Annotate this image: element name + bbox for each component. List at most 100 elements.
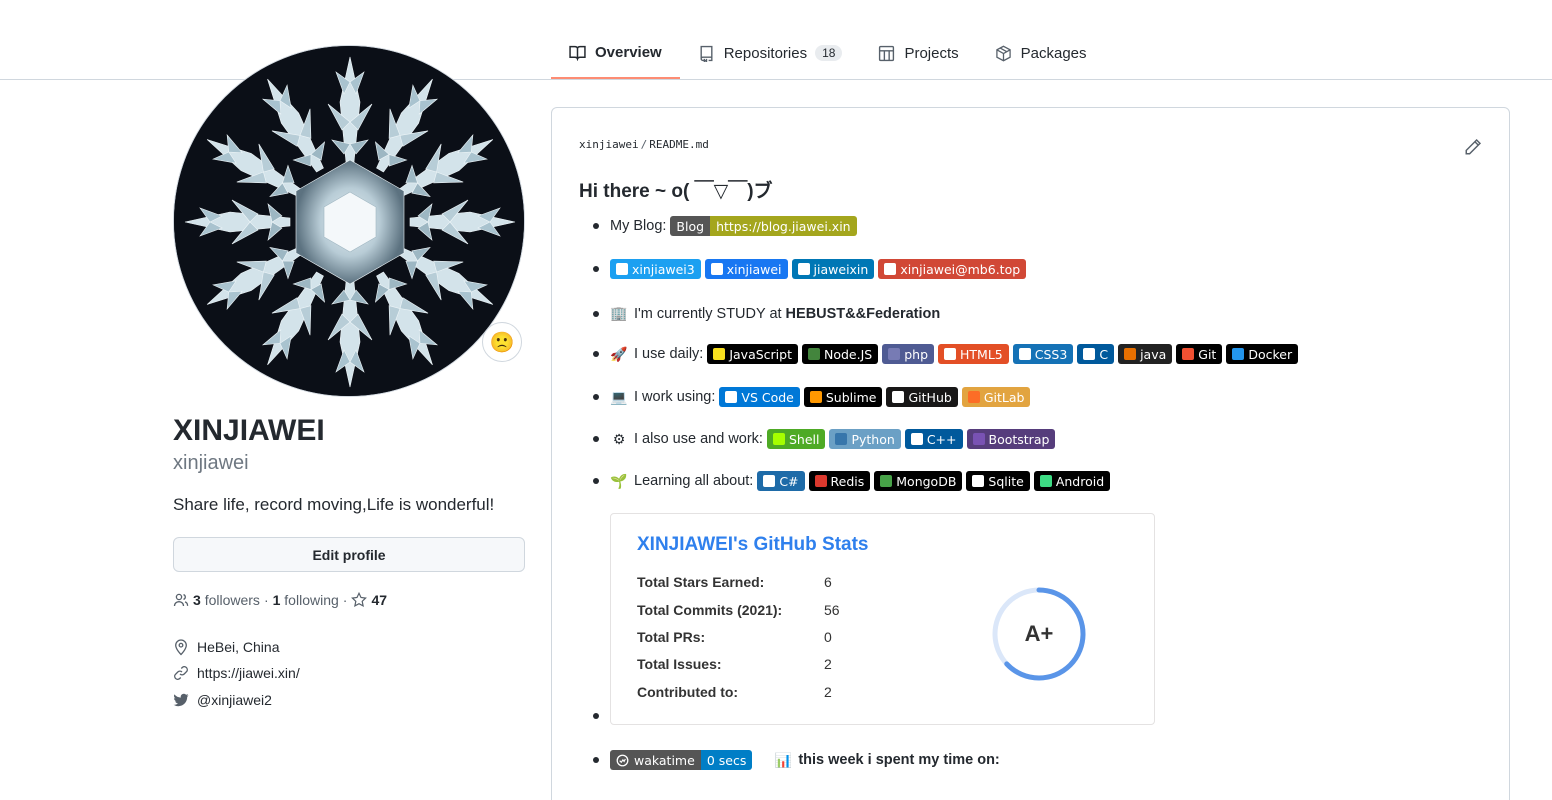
badge-php[interactable]: php [882, 344, 935, 364]
blog-badge[interactable]: Blog https://blog.jiawei.xin [670, 216, 857, 236]
twitter-icon [173, 693, 189, 707]
star-icon [351, 592, 368, 608]
php-icon [888, 348, 901, 360]
wakatime-badge-right: 0 secs [700, 750, 753, 770]
following-label: following [284, 592, 339, 608]
path-separator: / [640, 138, 648, 151]
repo-icon [700, 45, 713, 62]
badge-java[interactable]: java [1118, 344, 1173, 364]
readme-file-link[interactable]: README.md [649, 138, 709, 151]
badge-python[interactable]: Python [829, 429, 901, 449]
git-icon [1182, 348, 1195, 360]
tab-packages[interactable]: Packages [977, 28, 1105, 78]
badge-label: xinjiawei3 [632, 261, 695, 277]
badge-label: GitLab [983, 389, 1025, 405]
set-status-button[interactable]: 🙁 [482, 322, 522, 362]
avatar[interactable] [173, 45, 525, 397]
badge-android[interactable]: Android [1033, 471, 1111, 491]
badge-xinjiawei3[interactable]: xinjiawei3 [610, 259, 701, 279]
badge-docker[interactable]: Docker [1226, 344, 1299, 364]
stats-row-label: Total Commits (2021): [637, 602, 783, 618]
android-icon [1039, 475, 1052, 487]
badge-node-js[interactable]: Node.JS [802, 344, 879, 364]
stats-row-value: 56 [824, 602, 840, 618]
tab-repositories-label: Repositories [723, 44, 808, 62]
also-badges: Shell Python C++ Bootstrap [766, 429, 1056, 449]
badge-github[interactable]: GitHub [886, 387, 958, 407]
badge-label: xinjiawei@mb6.top [900, 261, 1021, 277]
badge-redis[interactable]: Redis [808, 471, 871, 491]
badge-sublime[interactable]: Sublime [803, 387, 883, 407]
edit-profile-button[interactable]: Edit profile [173, 537, 525, 572]
list-bullet [593, 310, 599, 317]
list-bullet [593, 394, 599, 400]
badge-label: Bootstrap [988, 431, 1050, 447]
stats-row-label: Total Issues: [637, 656, 722, 672]
mongodb-icon [880, 475, 893, 487]
tab-repositories[interactable]: Repositories 18 [680, 28, 861, 78]
laptop-icon: 💻 [610, 388, 628, 405]
badge-mongodb[interactable]: MongoDB [874, 471, 963, 491]
book-icon [569, 45, 586, 61]
twitter-handle-link[interactable]: @xinjiawei2 [197, 692, 272, 708]
bar-chart-icon: 📊 [774, 751, 793, 768]
badge-xinjiawei-mb6-top[interactable]: xinjiawei@mb6.top [878, 259, 1027, 279]
wakatime-badge[interactable]: wakatime 0 secs [610, 750, 753, 770]
stats-row-value: 2 [824, 656, 832, 672]
badge-label: Docker [1248, 346, 1293, 362]
status-emoji-icon: 🙁 [489, 331, 515, 354]
badge-gitlab[interactable]: GitLab [961, 387, 1031, 407]
work-label: I work using: [634, 389, 716, 405]
stars-count: 47 [371, 592, 388, 608]
badge-c-[interactable]: C++ [904, 429, 963, 449]
list-item-wakatime: wakatime 0 secs 📊 this week i spent my t… [593, 750, 1000, 770]
badge-xinjiawei[interactable]: xinjiawei [704, 259, 788, 279]
tab-overview[interactable]: Overview [551, 28, 680, 79]
sublime-icon [809, 391, 822, 403]
badge-label: C# [779, 473, 799, 489]
stats-row-label: Contributed to: [637, 684, 739, 700]
followers-label: followers [204, 592, 260, 608]
badge-javascript[interactable]: JavaScript [707, 344, 798, 364]
social-badges: xinjiawei3 xinjiawei jiaweixin xinjiawei@mb… [610, 259, 1027, 279]
badge-sqlite[interactable]: Sqlite [966, 471, 1030, 491]
list-bullet [593, 436, 599, 442]
package-icon [995, 45, 1011, 61]
badge-html5[interactable]: HTML5 [938, 344, 1009, 364]
website-link[interactable]: https://jiawei.xin/ [197, 665, 300, 681]
badge-css3[interactable]: CSS3 [1012, 344, 1074, 364]
profile-fullname: XINJIAWEI [173, 414, 325, 447]
tab-list: Overview Repositories 18 Projects Packag… [551, 28, 1105, 80]
badge-git[interactable]: Git [1176, 344, 1223, 364]
badge-vs-code[interactable]: VS Code [719, 387, 800, 407]
javascript-icon [713, 348, 726, 360]
profile-bio: Share life, record moving,Life is wonder… [173, 495, 495, 514]
tab-projects[interactable]: Projects [860, 28, 976, 78]
readme-path: xinjiawei / README.md [579, 138, 709, 151]
learning-badges: C# Redis MongoDB Sqlite Android [757, 471, 1111, 491]
wakatime-badge-left: wakatime [610, 750, 701, 770]
pencil-edit-icon[interactable] [1464, 138, 1482, 156]
badge-label: HTML5 [960, 346, 1003, 362]
followers-link[interactable]: 3 followers [193, 592, 260, 608]
readme-owner-link[interactable]: xinjiawei [579, 138, 639, 151]
badge-c[interactable]: C [1077, 344, 1115, 364]
following-link[interactable]: 1 following [273, 592, 339, 608]
stars-link[interactable]: 47 [351, 592, 387, 608]
following-count: 1 [272, 592, 281, 608]
stats-row-label: Total Stars Earned: [637, 574, 765, 590]
week-text: this week i spent my time on: [798, 752, 1000, 768]
badge-jiaweixin[interactable]: jiaweixin [791, 259, 875, 279]
badge-bootstrap[interactable]: Bootstrap [966, 429, 1056, 449]
seedling-icon: 🌱 [610, 472, 628, 489]
badge-shell[interactable]: Shell [766, 429, 826, 449]
blog-badge-left: Blog [670, 216, 711, 236]
stats-row-value: 6 [824, 574, 832, 590]
sqlite-icon [972, 475, 985, 487]
list-bullet [593, 266, 599, 272]
study-place: HEBUST&&Federation [785, 305, 941, 322]
badge-label: GitHub [908, 389, 952, 405]
repo-count-badge: 18 [815, 45, 843, 61]
badge-c-[interactable]: C# [757, 471, 805, 491]
separator-dot: · [342, 592, 348, 608]
